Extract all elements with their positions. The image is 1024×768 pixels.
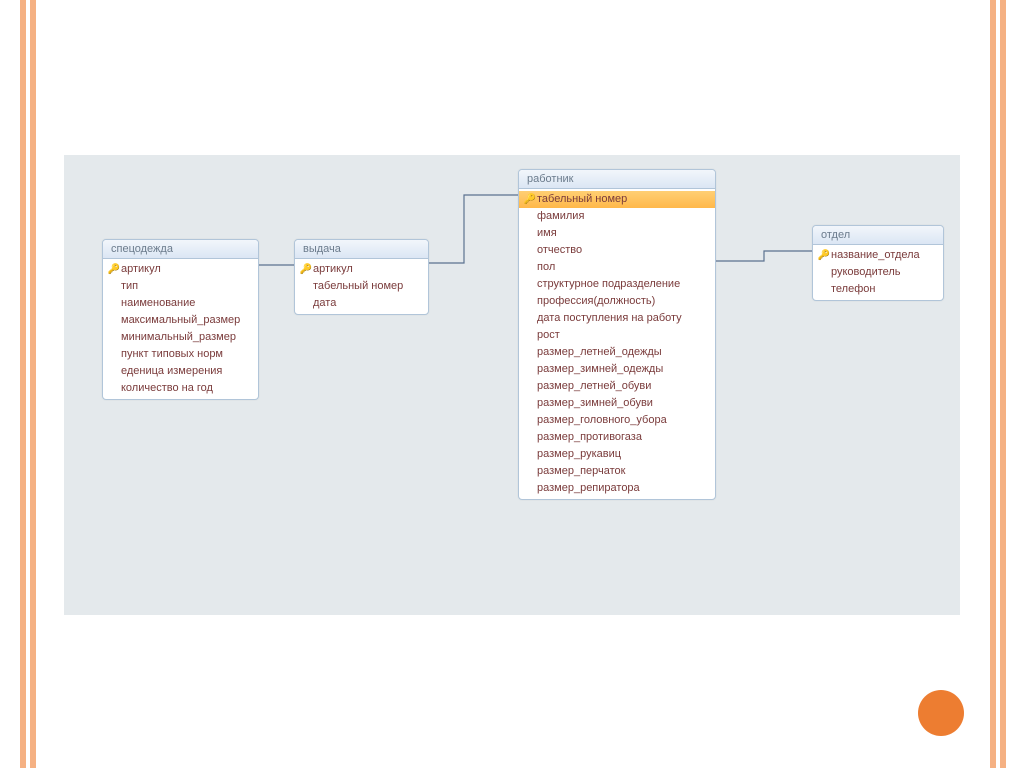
field-name: еденица измерения — [121, 364, 222, 379]
field-row[interactable]: количество на год — [103, 380, 258, 397]
field-name: размер_летней_обуви — [537, 379, 651, 394]
table-body: 🔑название_отделаруководительтелефон — [813, 245, 943, 300]
primary-key-icon: 🔑 — [817, 248, 831, 263]
primary-key-icon: 🔑 — [299, 262, 313, 277]
table-title: спецодежда — [103, 240, 258, 259]
primary-key-icon: 🔑 — [523, 192, 537, 207]
field-row[interactable]: дата поступления на работу — [519, 310, 715, 327]
field-row[interactable]: еденица измерения — [103, 363, 258, 380]
field-name: пункт типовых норм — [121, 347, 223, 362]
field-name: размер_перчаток — [537, 464, 625, 479]
field-row[interactable]: 🔑артикул — [103, 261, 258, 278]
field-name: дата — [313, 296, 336, 311]
decor-disc — [918, 690, 964, 736]
field-row[interactable]: 🔑название_отдела — [813, 247, 943, 264]
field-name: табельный номер — [313, 279, 403, 294]
table-body: 🔑табельный номерфамилияимяотчествополстр… — [519, 189, 715, 499]
field-name: максимальный_размер — [121, 313, 240, 328]
field-row[interactable]: структурное подразделение — [519, 276, 715, 293]
field-row[interactable]: минимальный_размер — [103, 329, 258, 346]
field-name: табельный номер — [537, 192, 627, 207]
field-row[interactable]: телефон — [813, 281, 943, 298]
field-row[interactable]: дата — [295, 295, 428, 312]
field-name: минимальный_размер — [121, 330, 236, 345]
table-title: работник — [519, 170, 715, 189]
field-name: телефон — [831, 282, 875, 297]
field-name: рост — [537, 328, 560, 343]
field-row[interactable]: 🔑артикул — [295, 261, 428, 278]
field-row[interactable]: рост — [519, 327, 715, 344]
field-name: руководитель — [831, 265, 901, 280]
field-row[interactable]: отчество — [519, 242, 715, 259]
field-row[interactable]: 🔑табельный номер — [519, 191, 715, 208]
field-name: размер_рукавиц — [537, 447, 621, 462]
field-name: пол — [537, 260, 555, 275]
field-row[interactable]: пол — [519, 259, 715, 276]
field-name: профессия(должность) — [537, 294, 655, 309]
field-name: имя — [537, 226, 557, 241]
field-row[interactable]: фамилия — [519, 208, 715, 225]
field-name: артикул — [313, 262, 353, 277]
field-row[interactable]: размер_зимней_обуви — [519, 395, 715, 412]
table-specodezhda[interactable]: спецодежда 🔑артикултипнаименованиемаксим… — [102, 239, 259, 400]
decor-stripe — [30, 0, 36, 768]
table-title: выдача — [295, 240, 428, 259]
table-body: 🔑артикултабельный номердата — [295, 259, 428, 314]
field-name: дата поступления на работу — [537, 311, 682, 326]
decor-stripe — [990, 0, 996, 768]
table-title: отдел — [813, 226, 943, 245]
table-vydacha[interactable]: выдача 🔑артикултабельный номердата — [294, 239, 429, 315]
table-otdel[interactable]: отдел 🔑название_отделаруководительтелефо… — [812, 225, 944, 301]
diagram-canvas: спецодежда 🔑артикултипнаименованиемаксим… — [64, 155, 960, 615]
field-row[interactable]: размер_зимней_одежды — [519, 361, 715, 378]
table-body: 🔑артикултипнаименованиемаксимальный_разм… — [103, 259, 258, 399]
field-row[interactable]: табельный номер — [295, 278, 428, 295]
field-name: артикул — [121, 262, 161, 277]
field-name: размер_репиратора — [537, 481, 640, 496]
field-name: структурное подразделение — [537, 277, 680, 292]
field-row[interactable]: руководитель — [813, 264, 943, 281]
field-name: размер_зимней_одежды — [537, 362, 663, 377]
field-row[interactable]: размер_головного_убора — [519, 412, 715, 429]
field-row[interactable]: максимальный_размер — [103, 312, 258, 329]
field-name: название_отдела — [831, 248, 920, 263]
field-name: размер_летней_одежды — [537, 345, 662, 360]
field-name: размер_зимней_обуви — [537, 396, 653, 411]
slide: спецодежда 🔑артикултипнаименованиемаксим… — [0, 0, 1024, 768]
field-row[interactable]: размер_противогаза — [519, 429, 715, 446]
field-name: отчество — [537, 243, 582, 258]
primary-key-icon: 🔑 — [107, 262, 121, 277]
field-name: размер_головного_убора — [537, 413, 667, 428]
field-row[interactable]: профессия(должность) — [519, 293, 715, 310]
field-name: количество на год — [121, 381, 213, 396]
field-row[interactable]: размер_репиратора — [519, 480, 715, 497]
decor-stripe — [20, 0, 26, 768]
field-row[interactable]: размер_летней_обуви — [519, 378, 715, 395]
field-row[interactable]: наименование — [103, 295, 258, 312]
field-name: фамилия — [537, 209, 584, 224]
field-row[interactable]: размер_летней_одежды — [519, 344, 715, 361]
field-row[interactable]: пункт типовых норм — [103, 346, 258, 363]
field-row[interactable]: имя — [519, 225, 715, 242]
field-name: размер_противогаза — [537, 430, 642, 445]
table-rabotnik[interactable]: работник 🔑табельный номерфамилияимяотчес… — [518, 169, 716, 500]
field-name: тип — [121, 279, 138, 294]
field-name: наименование — [121, 296, 195, 311]
field-row[interactable]: тип — [103, 278, 258, 295]
field-row[interactable]: размер_перчаток — [519, 463, 715, 480]
field-row[interactable]: размер_рукавиц — [519, 446, 715, 463]
decor-stripe — [1000, 0, 1006, 768]
